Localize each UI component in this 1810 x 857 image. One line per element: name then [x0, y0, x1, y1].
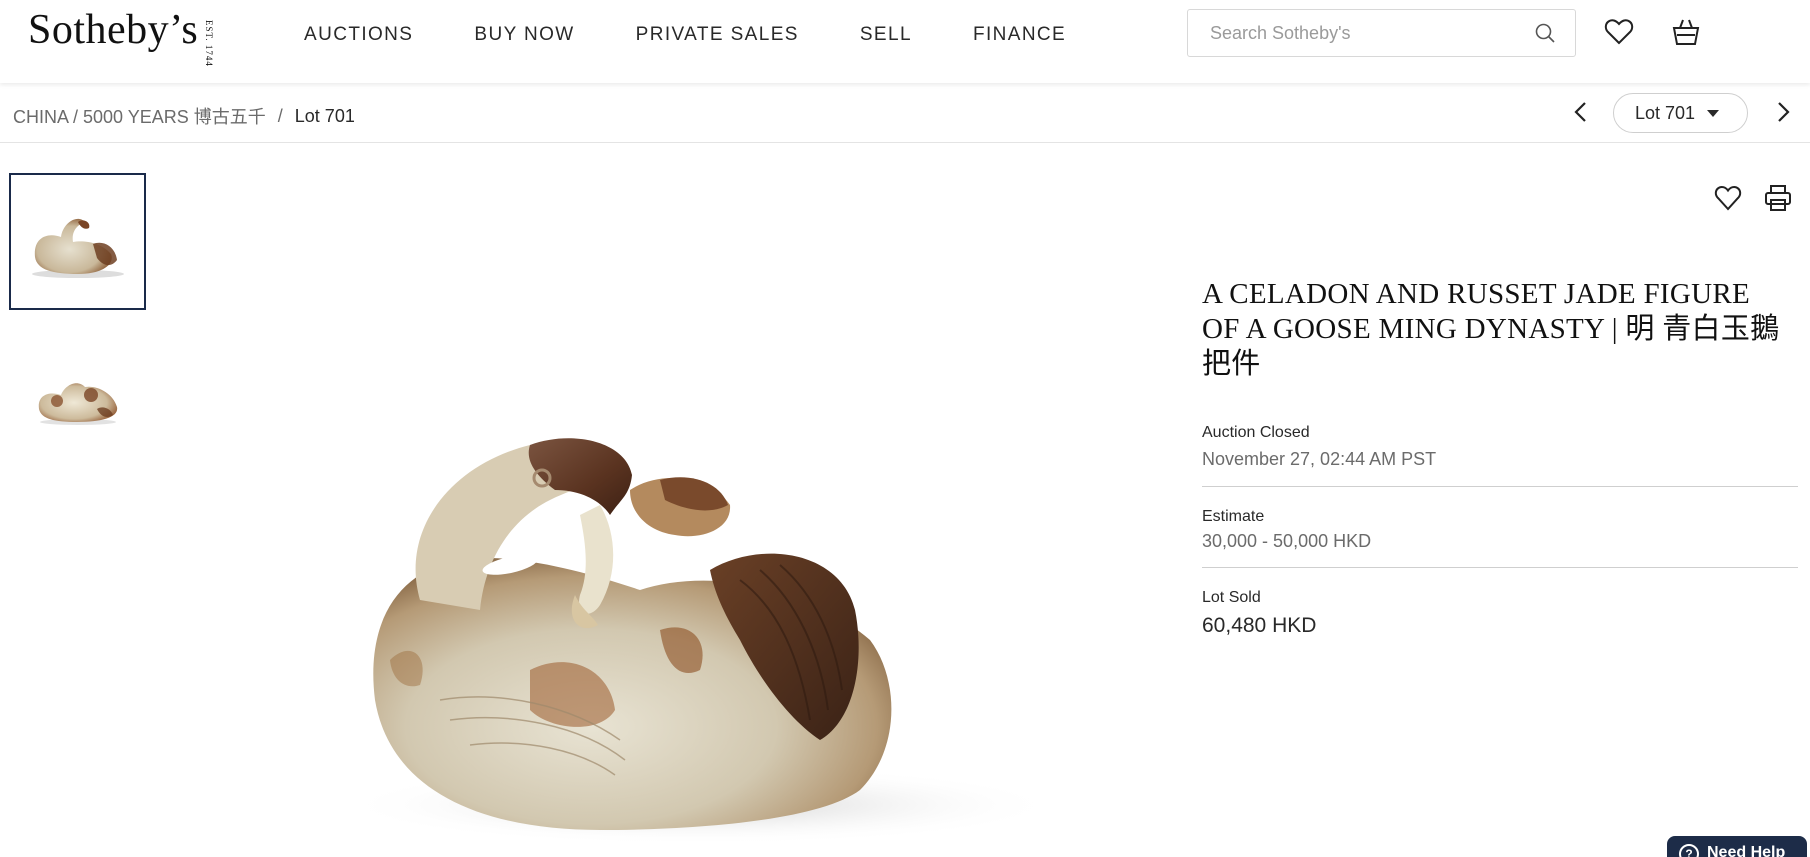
search-box [1187, 9, 1576, 57]
jade-goose-thumbnail-image [31, 218, 124, 278]
breadcrumb-bar: CHINA / 5000 YEARS 博古五千 / Lot 701 Lot 70… [0, 83, 1810, 143]
thumbnail-2[interactable] [9, 327, 146, 464]
question-icon: ? [1679, 844, 1699, 857]
lot-selector-value: Lot 701 [1635, 102, 1696, 123]
need-help-label: Need Help [1707, 844, 1786, 857]
lot-sold-label: Lot Sold [1202, 589, 1261, 606]
print-icon[interactable] [1763, 183, 1793, 213]
jade-goose-alternate-view-image [38, 382, 117, 425]
estimate-block: Estimate 30,000 - 50,000 HKD [1202, 507, 1798, 568]
lot-sold-price: 60,480 HKD [1202, 614, 1317, 637]
lot-selector-dropdown[interactable]: Lot 701 [1613, 93, 1748, 133]
logo-est-mark: EST. 1744 [204, 20, 215, 67]
search-icon[interactable] [1533, 21, 1557, 45]
favorites-heart-icon[interactable] [1603, 16, 1635, 48]
nav-sell[interactable]: SELL [860, 22, 912, 48]
estimate-label: Estimate [1202, 508, 1265, 525]
search-input[interactable] [1210, 22, 1533, 44]
site-header: Sotheby’s EST. 1744 AUCTIONS BUY NOW PRI… [0, 0, 1810, 83]
main-lot-image[interactable] [280, 420, 1100, 857]
auction-status-block: Auction Closed November 27, 02:44 AM PST [1202, 423, 1798, 487]
need-help-button[interactable]: ? Need Help [1667, 836, 1807, 857]
main-nav: AUCTIONS BUY NOW PRIVATE SALES SELL FINA… [304, 22, 1127, 48]
previous-lot-chevron-icon[interactable] [1566, 97, 1596, 127]
breadcrumb-separator: / [277, 105, 283, 126]
sothebys-logo[interactable]: Sotheby’s EST. 1744 [28, 6, 224, 67]
caret-down-icon [1707, 109, 1720, 117]
nav-auctions[interactable]: AUCTIONS [304, 22, 413, 48]
thumbnail-1[interactable] [9, 173, 146, 310]
lot-sold-block: Lot Sold 60,480 HKD [1202, 588, 1798, 638]
breadcrumb: CHINA / 5000 YEARS 博古五千 / Lot 701 [13, 103, 355, 129]
nav-buy-now[interactable]: BUY NOW [474, 22, 574, 48]
auction-status-label: Auction Closed [1202, 424, 1310, 441]
breadcrumb-sale-link[interactable]: CHINA / 5000 YEARS 博古五千 [13, 103, 266, 129]
next-lot-chevron-icon[interactable] [1768, 97, 1798, 127]
nav-finance[interactable]: FINANCE [973, 22, 1066, 48]
save-lot-heart-icon[interactable] [1713, 183, 1743, 213]
estimate-value: 30,000 - 50,000 HKD [1202, 531, 1372, 551]
logo-wordmark: Sotheby’s [28, 7, 199, 53]
shopping-bag-icon[interactable] [1670, 16, 1702, 48]
nav-private-sales[interactable]: PRIVATE SALES [636, 22, 799, 48]
breadcrumb-current-lot: Lot 701 [294, 105, 355, 126]
lot-title: A CELADON AND RUSSET JADE FIGURE OF A GO… [1202, 278, 1780, 380]
auction-closed-date: November 27, 02:44 AM PST [1202, 449, 1437, 469]
